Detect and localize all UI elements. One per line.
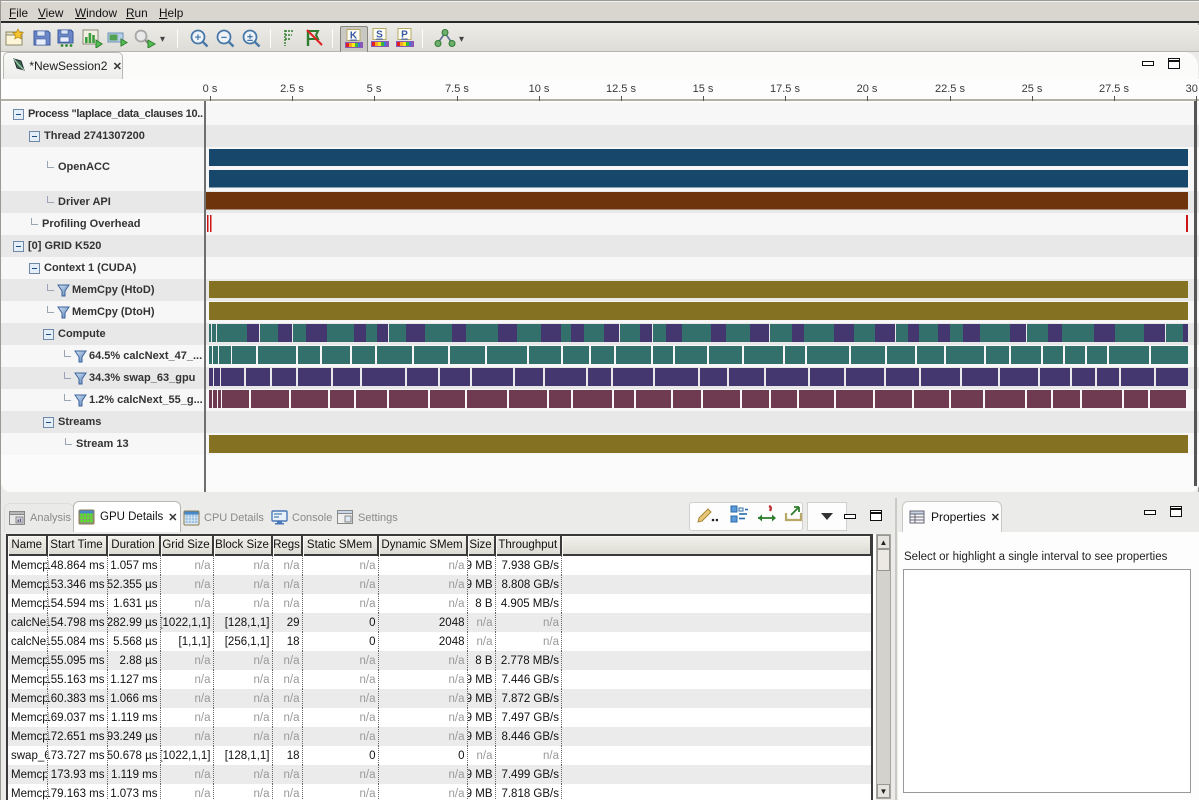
svg-text:P: P [401, 30, 408, 41]
svg-text:S: S [376, 30, 383, 41]
svg-text:K: K [350, 31, 358, 42]
svg-text:−: − [221, 32, 227, 44]
svg-text:±: ± [247, 32, 253, 44]
